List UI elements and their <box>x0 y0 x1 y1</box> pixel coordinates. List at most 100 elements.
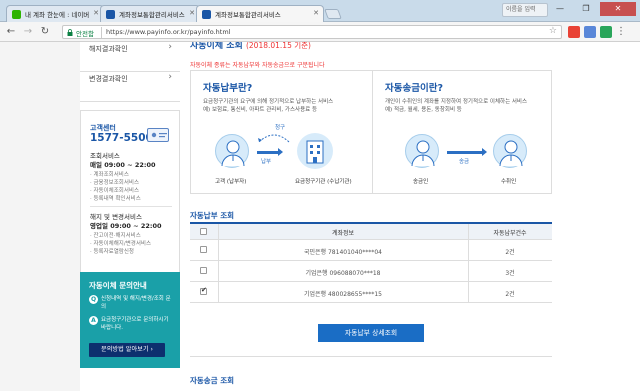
inquiry-title: 자동이체 문의안내 <box>89 281 147 290</box>
reference-date: (2018.01.15 기준) <box>245 42 311 50</box>
row-checkbox[interactable] <box>200 246 207 253</box>
inquiry-answer: A 요금청구기관으로 문의하시기 바랍니다. <box>89 316 173 332</box>
tab-title: 계좌정보통합관리서비스 <box>215 11 281 19</box>
arrow-right-icon <box>447 148 487 156</box>
sidebar-item-label: 해지결과확인 <box>89 45 128 53</box>
service-item: · 잔고이전·해지서비스 <box>90 233 141 239</box>
reload-icon[interactable]: ↻ <box>38 25 52 39</box>
sender-caption: 송금인 <box>413 179 429 185</box>
sidebar: 해지결과확인 › 변경결과확인 › 고객센터 1577-5500 조회서비스 매… <box>80 42 180 391</box>
account-info: 기업은행 480028655****15 <box>304 291 382 298</box>
autopay-table: 계좌정보 자동납부건수 국민은행 781401040****04 2건 기업은행… <box>190 222 552 303</box>
autosend-example: 예) 적금, 월세, 용돈, 동창회비 등 <box>385 107 462 113</box>
forward-icon[interactable]: → <box>21 25 35 39</box>
service-item: · 자동이체해지/변경서비스 <box>90 241 152 247</box>
browser-tab-bar: 내 계좌 한눈에 : 네이버 ✕ 계좌정보통합관리서비스 ✕ 계좌정보통합관리서… <box>0 0 640 23</box>
sidebar-item-change-result[interactable]: 변경결과확인 › <box>80 66 180 102</box>
recipient-caption: 수취인 <box>501 179 517 185</box>
browser-toolbar: ← → ↻ 안전함 https://www.payinfo.or.kr/payi… <box>0 22 640 42</box>
service-item: · 자동이체조회서비스 <box>90 188 140 194</box>
window-controls: — ❐ ✕ <box>548 2 636 16</box>
chevron-right-icon: › <box>168 72 172 82</box>
bookmark-star-icon[interactable]: ☆ <box>549 26 557 36</box>
autopay-desc: 요금청구기관의 요구에 의해 정기적으로 납부하는 서비스 <box>203 99 334 105</box>
url-text[interactable]: https://www.payinfo.or.kr/payinfo.html <box>106 28 230 36</box>
service-item: · 금융정보조회서비스 <box>90 180 140 186</box>
autopay-detail-button[interactable]: 자동납부 상세조회 <box>318 324 424 342</box>
browser-tab-active[interactable]: 계좌정보통합관리서비스 ✕ <box>196 5 324 23</box>
maximize-button[interactable]: ❐ <box>574 2 598 16</box>
autosend-desc: 개인이 수취인의 계좌를 지정하여 정기적으로 이체하는 서비스 <box>385 99 528 105</box>
close-icon[interactable]: ✕ <box>189 9 195 17</box>
recipient-person-icon <box>493 134 527 168</box>
sender-person-icon <box>405 134 439 168</box>
table-row[interactable]: 국민은행 781401040****04 2건 <box>190 240 552 261</box>
menu-icon[interactable]: ⋮ <box>616 26 628 38</box>
row-checkbox[interactable] <box>200 267 207 274</box>
page-margin <box>0 42 80 391</box>
back-icon[interactable]: ← <box>4 25 18 39</box>
row-checkbox-checked[interactable] <box>200 286 207 295</box>
autopay-inquiry-box: 자동이체 문의안내 Q 신청내역 및 해지/변경/조회 문의 A 요금청구기관으… <box>80 272 180 368</box>
extension-icon[interactable] <box>584 26 596 38</box>
inquiry-text: 신청내역 및 해지/변경/조회 문의 <box>101 296 171 310</box>
building-icon <box>297 133 333 169</box>
customer-center-phone: 1577-5500 <box>90 132 153 144</box>
divider <box>101 27 102 38</box>
chevron-right-icon: › <box>168 42 172 52</box>
autopay-example: 예) 보험료, 통신비, 아파트 관리비, 가스사용료 등 <box>203 107 318 113</box>
id-card-icon <box>147 128 169 142</box>
close-window-button[interactable]: ✕ <box>600 2 636 16</box>
naver-favicon-icon <box>12 10 21 19</box>
browser-tab[interactable]: 내 계좌 한눈에 : 네이버 ✕ <box>6 5 104 22</box>
service-hours: 매일 09:00 ~ 22:00 <box>90 161 156 169</box>
column-header-account: 계좌정보 <box>331 230 355 237</box>
divider <box>372 71 373 193</box>
new-tab-button[interactable] <box>324 9 342 19</box>
customer-person-icon <box>215 134 249 168</box>
autopay-title: 자동납부란? <box>203 83 253 94</box>
tab-title: 내 계좌 한눈에 : 네이버 <box>25 11 90 19</box>
close-icon[interactable]: ✕ <box>93 9 99 17</box>
autotransfer-info-box: 자동납부란? 요금청구기관의 요구에 의해 정기적으로 납부하는 서비스 예) … <box>190 70 552 194</box>
autosend-section-title: 자동송금 조회 <box>190 376 235 385</box>
pay-label: 납부 <box>261 159 272 165</box>
page-title: 자동이체 조회 (2018.01.15 기준) <box>190 42 311 51</box>
arrow-right-icon <box>257 148 283 156</box>
extension-icon[interactable] <box>600 26 612 38</box>
account-info: 기업은행 096088070***18 <box>305 270 381 277</box>
inquiry-method-button[interactable]: 문의방법 알아보기 › <box>89 343 165 357</box>
a-badge-icon: A <box>89 316 98 325</box>
table-row[interactable]: 기업은행 480028655****15 2건 <box>190 282 552 303</box>
select-all-checkbox[interactable] <box>200 228 207 235</box>
autosend-title: 자동송금이란? <box>385 83 443 94</box>
table-header-row: 계좌정보 자동납부건수 <box>190 224 552 240</box>
lock-icon <box>67 29 73 36</box>
page-favicon-icon <box>106 10 115 19</box>
customer-caption: 고객 (납부자) <box>215 179 247 185</box>
column-header-count: 자동납부건수 <box>493 230 527 237</box>
q-badge-icon: Q <box>89 295 98 304</box>
sidebar-item-label: 변경결과확인 <box>89 75 128 83</box>
minimize-button[interactable]: — <box>548 2 572 16</box>
claim-label: 청구 <box>275 125 286 131</box>
page-title-text: 자동이체 조회 <box>190 42 243 51</box>
service-item: · 등록내역 확인서비스 <box>90 196 141 202</box>
profile-button[interactable]: 이름을 입력 <box>502 3 548 17</box>
claim-curve-arrow-icon <box>258 134 290 143</box>
autopay-count: 2건 <box>505 291 515 298</box>
page-favicon-icon <box>202 10 211 19</box>
table-row[interactable]: 기업은행 096088070***18 3건 <box>190 261 552 282</box>
billing-org-caption: 요금청구기관 (수납기관) <box>295 179 352 185</box>
web-page: 해지결과확인 › 변경결과확인 › 고객센터 1577-5500 조회서비스 매… <box>0 42 640 391</box>
account-info: 국민은행 781401040****04 <box>304 249 382 256</box>
secure-label: 안전함 <box>76 30 94 38</box>
divider <box>190 356 552 357</box>
close-icon[interactable]: ✕ <box>313 9 319 17</box>
inquiry-question: Q 신청내역 및 해지/변경/조회 문의 <box>89 295 173 311</box>
tab-title: 계좌정보통합관리서비스 <box>119 11 185 19</box>
service-item: · 계좌조회서비스 <box>90 172 129 178</box>
browser-tab[interactable]: 계좌정보통합관리서비스 ✕ <box>100 5 200 22</box>
address-bar[interactable]: 안전함 https://www.payinfo.or.kr/payinfo.ht… <box>62 25 562 39</box>
extension-icon[interactable] <box>568 26 580 38</box>
